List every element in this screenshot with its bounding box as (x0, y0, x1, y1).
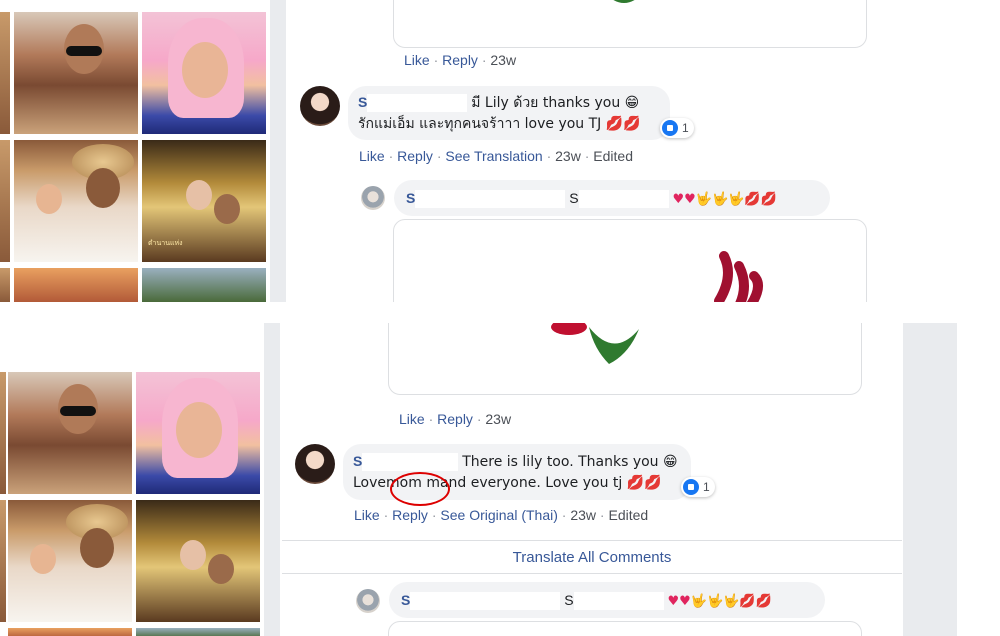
reply-link[interactable]: Reply (442, 52, 478, 68)
reply-name-2: S (564, 592, 574, 608)
photo-tile[interactable] (8, 500, 132, 622)
prev-comment-actions: Like · Reply · 23w (399, 411, 512, 427)
photo-tile[interactable] (0, 12, 10, 134)
reaction-count: 1 (703, 480, 710, 494)
sticker-card[interactable] (393, 219, 867, 302)
translate-all-bar: Translate All Comments (282, 540, 902, 574)
reply-emojis: ♥♥🤟🤟🤟💋💋 (672, 192, 777, 207)
photo-subject (176, 402, 222, 458)
sunglasses (66, 46, 102, 56)
like-icon (662, 120, 678, 136)
timestamp[interactable]: 23w (555, 148, 581, 164)
screenshot-top: ตำนานแห่ง Like · Reply · 23w S มี Lily ด… (0, 0, 1000, 302)
comment-line-1: There is lily too. Thanks you 😁 (462, 454, 678, 470)
reply-name[interactable]: S (401, 592, 410, 608)
photo-subject (36, 184, 62, 214)
reply-name-2: S (569, 190, 579, 206)
redacted-name (362, 453, 459, 472)
like-link[interactable]: Like (404, 52, 430, 68)
sticker-card[interactable] (388, 323, 862, 395)
comment-actions: Like · Reply · See Original (Thai) · 23w… (354, 507, 649, 523)
redacted-name (410, 592, 561, 611)
screenshot-separator (0, 302, 1000, 323)
sticker-card[interactable] (388, 621, 862, 636)
comment-bubble: S มี Lily ด้วย thanks you 😁 รักแม่เอ็ม แ… (348, 86, 670, 140)
reply-name[interactable]: S (406, 190, 415, 206)
right-scroll-area (903, 323, 957, 636)
photo-subject (180, 540, 206, 570)
reply-avatar[interactable] (356, 589, 380, 613)
like-link[interactable]: Like (399, 411, 425, 427)
photo-tile[interactable] (136, 628, 260, 636)
reply-emojis: ♥♥🤟🤟🤟💋💋 (667, 594, 772, 609)
timestamp[interactable]: 23w (485, 411, 511, 427)
comment-line-2-start: Love (353, 475, 387, 491)
photo-subject (80, 528, 114, 568)
comment-line-2-end: and everyone. Love you tj 💋💋 (439, 475, 662, 491)
commenter-avatar[interactable] (300, 86, 340, 126)
redacted-name (573, 592, 664, 611)
like-link[interactable]: Like (359, 148, 385, 164)
rose-sticker-fragment (551, 323, 639, 364)
photo-tile[interactable] (136, 372, 260, 494)
reply-bubble: S S ♥♥🤟🤟🤟💋💋 (389, 582, 825, 618)
timestamp[interactable]: 23w (490, 52, 516, 68)
photo-tile[interactable] (0, 140, 10, 262)
like-icon (683, 479, 699, 495)
reply-link[interactable]: Reply (392, 507, 428, 523)
reply-link[interactable]: Reply (397, 148, 433, 164)
photo-caption: ตำนานแห่ง (148, 239, 183, 247)
like-link[interactable]: Like (354, 507, 380, 523)
photo-tile[interactable] (136, 500, 260, 622)
redacted-name (415, 190, 566, 209)
photo-tile[interactable] (0, 268, 10, 302)
screenshot-bottom: Like · Reply · 23w S There is lily too. … (0, 323, 1000, 636)
column-divider (264, 323, 280, 636)
commenter-name[interactable]: S (358, 94, 367, 110)
reply-avatar[interactable] (361, 186, 385, 210)
red-annotation-circle (390, 472, 450, 506)
reaction-count: 1 (682, 121, 689, 135)
photo-tile[interactable] (8, 628, 132, 636)
photo-tile[interactable] (14, 268, 138, 302)
timestamp[interactable]: 23w (570, 507, 596, 523)
photo-subject (214, 194, 240, 224)
photo-subject (86, 168, 120, 208)
edited-label[interactable]: Edited (608, 507, 648, 523)
photo-subject (30, 544, 56, 574)
commenter-name[interactable]: S (353, 453, 362, 469)
photo-tile[interactable] (8, 372, 132, 494)
column-divider (270, 0, 286, 302)
reply-link[interactable]: Reply (437, 411, 473, 427)
reply-bubble: S S ♥♥🤟🤟🤟💋💋 (394, 180, 830, 216)
photo-subject (182, 42, 228, 98)
photo-subject (186, 180, 212, 210)
rose-sticker-fragment (613, 0, 635, 3)
redacted-name (367, 94, 468, 113)
redacted-name (578, 190, 669, 209)
photo-tile[interactable] (14, 140, 138, 262)
rose-sticker (714, 251, 763, 302)
photo-tile[interactable]: ตำนานแห่ง (142, 140, 266, 262)
photo-tile[interactable] (0, 500, 6, 622)
commenter-avatar[interactable] (295, 444, 335, 484)
sunglasses (60, 406, 96, 416)
see-original-link[interactable]: See Original (Thai) (440, 507, 558, 523)
comment-actions: Like · Reply · See Translation · 23w · E… (359, 148, 633, 164)
reaction-badge[interactable]: 1 (681, 477, 715, 497)
sticker-card[interactable] (393, 0, 867, 48)
translate-all-link[interactable]: Translate All Comments (513, 549, 672, 566)
prev-comment-actions: Like · Reply · 23w (404, 52, 517, 68)
comment-line-2: รักแม่เอ็ม และทุกคนจร้าาา love you TJ 💋💋 (358, 116, 641, 132)
photo-tile[interactable] (142, 12, 266, 134)
edited-label[interactable]: Edited (593, 148, 633, 164)
see-translation-link[interactable]: See Translation (445, 148, 542, 164)
comment-line-1: มี Lily ด้วย thanks you 😁 (471, 95, 640, 111)
photo-tile[interactable] (142, 268, 266, 302)
photo-tile[interactable] (14, 12, 138, 134)
reaction-badge[interactable]: 1 (660, 118, 694, 138)
photo-subject (208, 554, 234, 584)
photo-tile[interactable] (0, 372, 6, 494)
